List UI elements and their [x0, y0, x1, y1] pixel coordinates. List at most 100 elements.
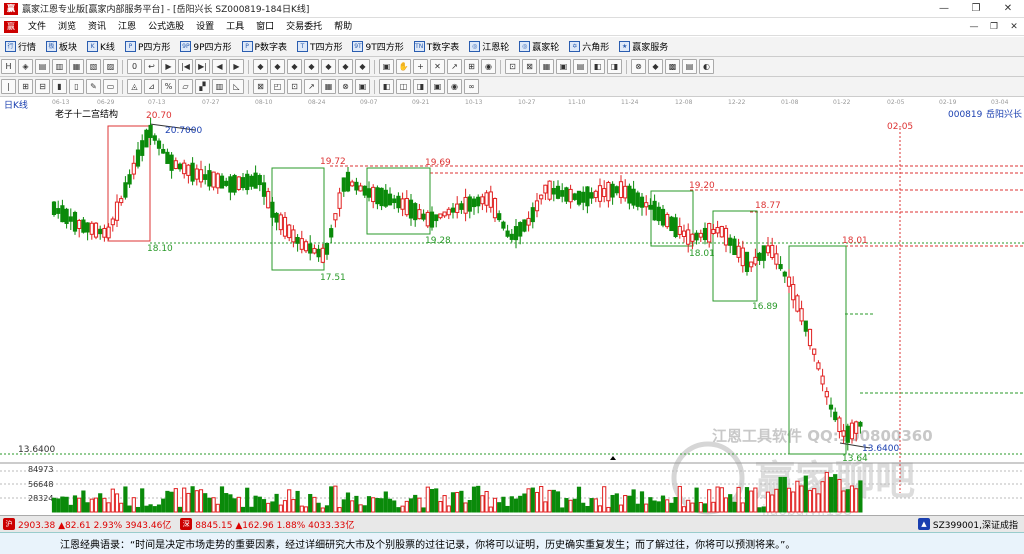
draw-tool-button[interactable]: ▨ — [103, 59, 118, 74]
draw-tool-button[interactable]: ▦ — [539, 59, 554, 74]
analysis-tool-button[interactable]: ⊗ — [338, 79, 353, 94]
chart-canvas[interactable]: 06-13 06-29 07-13 07-27 08-10 08-24 09-07 09-21… — [0, 98, 1024, 519]
analysis-tool-button[interactable]: ⊞ — [18, 79, 33, 94]
draw-tool-button[interactable]: H — [1, 59, 16, 74]
nav-9p-square[interactable]: 9P 9P四方形 — [175, 37, 236, 57]
draw-tool-button[interactable]: ⊞ — [464, 59, 479, 74]
analysis-tool-button[interactable]: ▭ — [103, 79, 118, 94]
kline-chart[interactable]: 06-13 06-29 07-13 07-27 08-10 08-24 09-07 09-21… — [0, 98, 1024, 519]
draw-tool-button[interactable]: ▩ — [665, 59, 680, 74]
draw-tool-button[interactable]: ▤ — [35, 59, 50, 74]
menu-item-formula[interactable]: 公式选股 — [142, 18, 190, 36]
analysis-tool-button[interactable]: ◨ — [413, 79, 428, 94]
analysis-tool-button[interactable]: ▣ — [355, 79, 370, 94]
analysis-tool-button[interactable]: ◬ — [127, 79, 142, 94]
menu-item-help[interactable]: 帮助 — [328, 18, 358, 36]
analysis-tool-button[interactable]: ▥ — [212, 79, 227, 94]
draw-tool-button[interactable]: + — [413, 59, 428, 74]
nav-sectors[interactable]: 板板块 — [41, 37, 82, 57]
draw-tool-button[interactable]: 0 — [127, 59, 142, 74]
draw-tool-button[interactable]: ◀ — [212, 59, 227, 74]
analysis-tool-button[interactable]: ⊟ — [35, 79, 50, 94]
draw-tool-button[interactable]: ⊡ — [505, 59, 520, 74]
draw-tool-button[interactable]: ⊗ — [631, 59, 646, 74]
nav-p-table[interactable]: P P数字表 — [237, 37, 292, 57]
menu-item-gann[interactable]: 江恩 — [112, 18, 142, 36]
nav-t-table[interactable]: TN T数字表 — [409, 37, 465, 57]
child-restore-button[interactable]: ❐ — [984, 22, 1004, 32]
analysis-tool-button[interactable]: ▦ — [321, 79, 336, 94]
nav-kline[interactable]: K K线 — [82, 37, 120, 57]
analysis-tool-button[interactable]: ▯ — [69, 79, 84, 94]
draw-tool-button[interactable]: ◆ — [355, 59, 370, 74]
menu-item-info[interactable]: 资讯 — [82, 18, 112, 36]
draw-tool-button[interactable]: ✋ — [396, 59, 411, 74]
analysis-tool-button[interactable]: ◧ — [379, 79, 394, 94]
minimize-button[interactable]: — — [928, 0, 960, 18]
draw-tool-button[interactable]: ◆ — [338, 59, 353, 74]
draw-tool-button[interactable]: ▣ — [379, 59, 394, 74]
draw-tool-button[interactable]: ◉ — [481, 59, 496, 74]
draw-tool-button[interactable]: ▥ — [52, 59, 67, 74]
draw-tool-button[interactable]: ↩ — [144, 59, 159, 74]
analysis-tool-button[interactable]: ▞ — [195, 79, 210, 94]
analysis-tool-button[interactable]: ↗ — [304, 79, 319, 94]
draw-tool-button[interactable]: ◨ — [607, 59, 622, 74]
draw-tool-button[interactable]: ◆ — [648, 59, 663, 74]
menu-item-browse[interactable]: 浏览 — [52, 18, 82, 36]
analysis-tool-button[interactable]: ✎ — [86, 79, 101, 94]
draw-tool-button[interactable]: ◆ — [270, 59, 285, 74]
draw-tool-button[interactable]: ◆ — [304, 59, 319, 74]
menu-item-window[interactable]: 窗口 — [250, 18, 280, 36]
analysis-tool-button[interactable]: ⊿ — [144, 79, 159, 94]
draw-tool-button[interactable]: ✕ — [430, 59, 445, 74]
maximize-button[interactable]: ❐ — [960, 0, 992, 18]
shenzhen-index[interactable]: 深 8845.15 ▲162.96 1.88% 4033.33亿 — [177, 518, 354, 531]
nav-t-square[interactable]: T T四方形 — [292, 37, 348, 57]
draw-tool-button[interactable]: ⊠ — [522, 59, 537, 74]
analysis-tool-button[interactable]: | — [1, 79, 16, 94]
draw-tool-button[interactable]: ◧ — [590, 59, 605, 74]
nav-service[interactable]: ★ 赢家服务 — [614, 37, 673, 57]
analysis-tool-button[interactable]: ⊡ — [287, 79, 302, 94]
draw-tool-button[interactable]: ▶| — [195, 59, 210, 74]
draw-tool-button[interactable]: ▣ — [556, 59, 571, 74]
menu-item-settings[interactable]: 设置 — [190, 18, 220, 36]
nav-gann-wheel[interactable]: ◎ 江恩轮 — [464, 37, 514, 57]
menu-item-tools[interactable]: 工具 — [220, 18, 250, 36]
nav-hexagon[interactable]: ✡ 六角形 — [564, 37, 614, 57]
draw-tool-button[interactable]: ▦ — [69, 59, 84, 74]
draw-tool-button[interactable]: ▤ — [682, 59, 697, 74]
close-button[interactable]: ✕ — [992, 0, 1024, 18]
nav-winner-wheel[interactable]: ◎ 赢家轮 — [514, 37, 564, 57]
draw-tool-button[interactable]: ◆ — [253, 59, 268, 74]
draw-tool-button[interactable]: ◆ — [287, 59, 302, 74]
analysis-tool-button[interactable]: ◫ — [396, 79, 411, 94]
analysis-tool-button[interactable]: ▣ — [430, 79, 445, 94]
menu-item-trade[interactable]: 交易委托 — [280, 18, 328, 36]
child-close-button[interactable]: ✕ — [1004, 22, 1024, 32]
analysis-tool-button[interactable]: ◺ — [229, 79, 244, 94]
draw-tool-button[interactable]: ▶ — [161, 59, 176, 74]
analysis-tool-button[interactable]: ◰ — [270, 79, 285, 94]
shanghai-index[interactable]: 沪 2903.38 ▲82.61 2.93% 3943.46亿 — [0, 518, 171, 531]
draw-tool-button[interactable]: |◀ — [178, 59, 193, 74]
draw-tool-button[interactable]: ◐ — [699, 59, 714, 74]
index-selector[interactable]: ▲ SZ399001,深证成指 — [915, 518, 1018, 531]
menu-item-file[interactable]: 文件 — [22, 18, 52, 36]
draw-tool-button[interactable]: ◈ — [18, 59, 33, 74]
analysis-tool-button[interactable]: ⊠ — [253, 79, 268, 94]
draw-tool-button[interactable]: ↗ — [447, 59, 462, 74]
analysis-tool-button[interactable]: ▮ — [52, 79, 67, 94]
child-minimize-button[interactable]: — — [964, 22, 984, 32]
draw-tool-button[interactable]: ▧ — [86, 59, 101, 74]
nav-9t-square[interactable]: 9T 9T四方形 — [347, 37, 408, 57]
draw-tool-button[interactable]: ▶ — [229, 59, 244, 74]
draw-tool-button[interactable]: ▤ — [573, 59, 588, 74]
nav-quotes[interactable]: 行行情 — [0, 37, 41, 57]
analysis-tool-button[interactable]: % — [161, 79, 176, 94]
draw-tool-button[interactable]: ◆ — [321, 59, 336, 74]
analysis-tool-button[interactable]: ◉ — [447, 79, 462, 94]
analysis-tool-button[interactable]: ∞ — [464, 79, 479, 94]
nav-p-square[interactable]: P P四方形 — [120, 37, 175, 57]
